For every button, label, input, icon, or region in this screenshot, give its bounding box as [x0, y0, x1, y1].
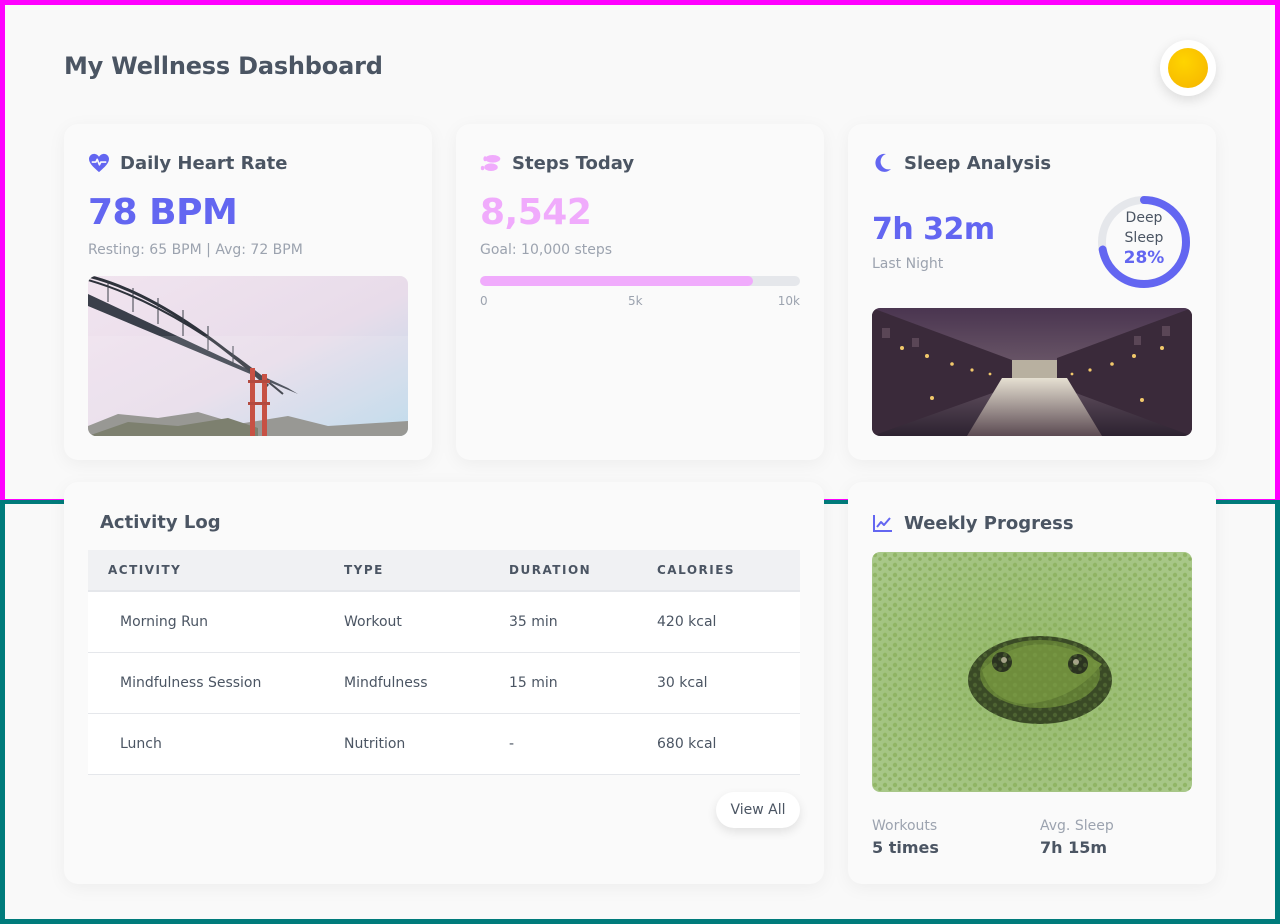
column-activity: ACTIVITY	[88, 550, 344, 592]
sleep-duration: 7h 32m	[872, 212, 995, 247]
heart-rate-card: Daily Heart Rate 78 BPM Resting: 65 BPM …	[64, 124, 432, 460]
column-type: TYPE	[344, 550, 509, 592]
deep-sleep-percent: 28%	[1123, 248, 1165, 268]
sleep-card-title: Sleep Analysis	[904, 152, 1052, 174]
progress-tick-5k: 5k	[628, 294, 643, 308]
cell-type: Mindfulness	[344, 652, 509, 714]
cell-calories: 420 kcal	[657, 591, 800, 653]
frog-in-duckweed-photo	[872, 552, 1192, 792]
ring-label-sleep: Sleep	[1124, 230, 1164, 246]
workouts-value: 5 times	[872, 838, 939, 857]
cell-calories: 680 kcal	[657, 713, 800, 775]
table-row[interactable]: Mindfulness Session Mindfulness 15 min 3…	[88, 652, 800, 714]
canal-street-night-photo	[872, 308, 1192, 436]
table-header-row: ACTIVITY TYPE DURATION CALORIES	[88, 550, 800, 592]
ring-label-deep: Deep	[1125, 210, 1163, 226]
avg-sleep-label: Avg. Sleep	[1040, 818, 1114, 834]
deep-sleep-ring: Deep Sleep 28%	[1096, 194, 1192, 290]
activity-table: ACTIVITY TYPE DURATION CALORIES Morning …	[88, 550, 800, 775]
weekly-progress-card: Weekly Progress Workouts 5 times Avg. Sl…	[848, 482, 1216, 884]
cell-duration: 15 min	[509, 652, 657, 714]
steps-progress-fill	[480, 276, 754, 286]
moon-icon	[872, 152, 894, 174]
steps-value: 8,542	[480, 192, 592, 233]
cell-activity: Morning Run	[88, 591, 344, 653]
heart-rate-detail: Resting: 65 BPM | Avg: 72 BPM	[88, 242, 303, 258]
workouts-label: Workouts	[872, 818, 938, 834]
avg-sleep-value: 7h 15m	[1040, 838, 1108, 857]
progress-tick-0: 0	[480, 294, 488, 308]
golden-gate-bridge-fog-photo	[88, 276, 408, 436]
activity-log-card: Activity Log ACTIVITY TYPE DURATION CALO…	[64, 482, 824, 884]
heart-rate-value: 78 BPM	[88, 192, 238, 233]
heart-pulse-icon	[88, 152, 110, 174]
line-chart-icon	[872, 512, 894, 534]
sun-icon	[1168, 48, 1208, 88]
cell-duration: 35 min	[509, 591, 657, 653]
cell-calories: 30 kcal	[657, 652, 800, 714]
cell-activity: Mindfulness Session	[88, 652, 344, 714]
cell-duration: -	[509, 713, 657, 775]
steps-card-title: Steps Today	[512, 152, 635, 174]
view-all-button[interactable]: View All	[716, 792, 800, 828]
theme-toggle-button[interactable]	[1160, 40, 1216, 96]
column-duration: DURATION	[509, 550, 657, 592]
sleep-card: Sleep Analysis 7h 32m Last Night Deep Sl…	[848, 124, 1216, 460]
steps-goal: Goal: 10,000 steps	[480, 242, 613, 258]
steps-card: Steps Today 8,542 Goal: 10,000 steps 0 5…	[456, 124, 824, 460]
progress-tick-10k: 10k	[777, 294, 800, 308]
sleep-caption: Last Night	[872, 256, 944, 272]
table-row[interactable]: Morning Run Workout 35 min 420 kcal	[88, 591, 800, 653]
cell-type: Nutrition	[344, 713, 509, 775]
cell-activity: Lunch	[88, 713, 344, 775]
steps-progress-bar	[480, 276, 800, 286]
table-row[interactable]: Lunch Nutrition - 680 kcal	[88, 713, 800, 775]
column-calories: CALORIES	[657, 550, 800, 592]
heart-card-title: Daily Heart Rate	[120, 152, 288, 174]
cell-type: Workout	[344, 591, 509, 653]
weekly-progress-title: Weekly Progress	[904, 512, 1074, 534]
footprints-icon	[480, 152, 502, 174]
activity-log-title: Activity Log	[100, 512, 221, 533]
page-title: My Wellness Dashboard	[64, 52, 383, 80]
